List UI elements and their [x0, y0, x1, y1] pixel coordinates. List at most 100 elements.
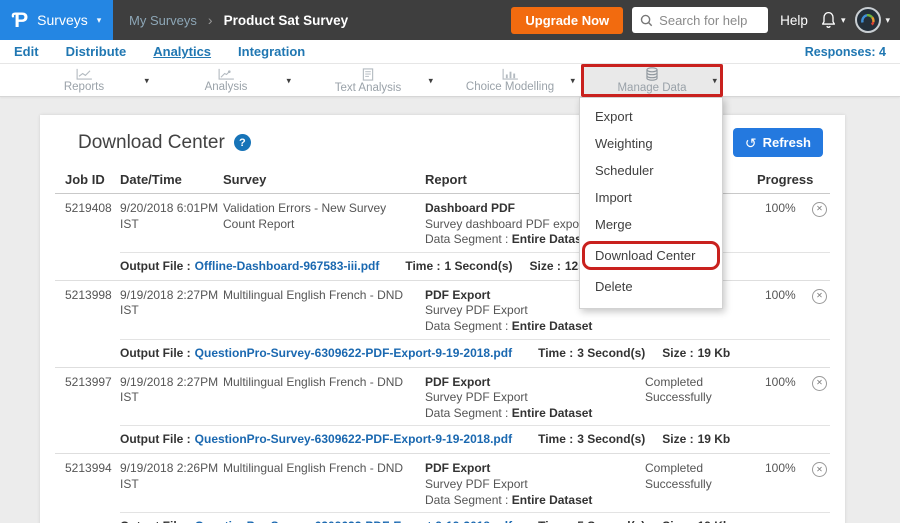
refresh-button[interactable]: ↺ Refresh [733, 128, 823, 157]
breadcrumb-my-surveys[interactable]: My Surveys [129, 13, 197, 28]
job-report: PDF Export Survey PDF Export Data Segmen… [425, 375, 645, 422]
cancel-job-button[interactable]: ✕ [812, 376, 827, 391]
menu-item-download-center[interactable]: Download Center [582, 241, 720, 270]
menu-item-merge[interactable]: Merge [580, 211, 722, 238]
chevron-down-icon: ▾ [885, 16, 890, 25]
job-output-row: Output File : Offline-Dashboard-967583-i… [120, 252, 830, 280]
toolbar-manage-data[interactable]: Manage Data ▾ [581, 64, 723, 97]
bar-chart-icon [502, 68, 519, 80]
tab-distribute[interactable]: Distribute [66, 44, 127, 59]
output-file-link[interactable]: QuestionPro-Survey-6309622-PDF-Export-9-… [195, 432, 512, 446]
breadcrumb-separator: › [208, 12, 213, 28]
cancel-job-button[interactable]: ✕ [812, 289, 827, 304]
tab-integration[interactable]: Integration [238, 44, 305, 59]
tab-edit[interactable]: Edit [14, 44, 39, 59]
refresh-label: Refresh [763, 135, 811, 150]
job-progress: 100% [757, 288, 812, 304]
job-progress: 100% [757, 375, 812, 391]
job-report: PDF Export Survey PDF Export Data Segmen… [425, 461, 645, 508]
line-chart-icon [76, 68, 93, 80]
menu-item-weighting[interactable]: Weighting [580, 130, 722, 157]
chevron-down-icon: ▾ [841, 16, 846, 25]
toolbar-text-analysis-label: Text Analysis [335, 82, 401, 94]
output-file-link[interactable]: QuestionPro-Survey-6309622-PDF-Export-9-… [195, 519, 512, 523]
surveys-menu-label: Surveys [37, 12, 88, 28]
job-survey: Multilingual English French - DND [223, 461, 425, 477]
help-search [632, 7, 768, 33]
menu-item-scheduler[interactable]: Scheduler [580, 157, 722, 184]
job-datetime: 9/19/2018 2:26PMIST [120, 461, 223, 492]
analytics-toolbar: Reports ▾ Analysis ▾ Text Analysis ▾ Cho… [0, 64, 900, 97]
search-icon [640, 14, 653, 27]
card-header: Download Center ? ↺ Refresh [40, 115, 845, 166]
upgrade-now-button[interactable]: Upgrade Now [511, 7, 623, 34]
col-datetime: Date/Time [120, 172, 223, 187]
col-job-id: Job ID [65, 172, 120, 187]
job-output-row: Output File : QuestionPro-Survey-6309622… [120, 512, 830, 523]
questionpro-logo: Ƥ [12, 10, 28, 31]
job-progress: 100% [757, 461, 812, 477]
trend-chart-icon [218, 68, 235, 80]
job-id: 5213997 [65, 375, 120, 391]
table-row: 5213994 9/19/2018 2:26PMIST Multilingual… [55, 454, 830, 523]
user-menu[interactable]: ▾ [855, 7, 890, 33]
toolbar-analysis[interactable]: Analysis ▾ [155, 64, 297, 97]
toolbar-manage-data-label: Manage Data [617, 82, 686, 94]
tab-analytics[interactable]: Analytics [153, 44, 211, 59]
toolbar-analysis-label: Analysis [205, 81, 248, 93]
notifications-button[interactable]: ▾ [820, 11, 846, 29]
job-status: Completed Successfully [645, 461, 757, 492]
col-progress: Progress [757, 172, 812, 187]
job-progress: 100% [757, 201, 812, 217]
surveys-menu[interactable]: Ƥ Surveys ▾ [0, 0, 113, 40]
cancel-job-button[interactable]: ✕ [812, 202, 827, 217]
help-link[interactable]: Help [780, 13, 808, 28]
chevron-down-icon: ▾ [97, 16, 102, 25]
job-datetime: 9/19/2018 2:27PMIST [120, 288, 223, 319]
job-survey: Validation Errors - New Survey Count Rep… [223, 201, 425, 232]
search-input[interactable] [659, 13, 760, 28]
database-icon [645, 67, 659, 81]
toolbar-reports[interactable]: Reports ▾ [13, 64, 155, 97]
responses-count: Responses: 4 [805, 45, 886, 59]
menu-item-delete[interactable]: Delete [580, 273, 722, 300]
document-icon [362, 68, 374, 81]
bell-icon [820, 11, 837, 29]
toolbar-choice-modelling[interactable]: Choice Modelling ▾ [439, 64, 581, 97]
chevron-down-icon: ▾ [286, 75, 291, 86]
job-status: Completed Successfully [645, 375, 757, 406]
toolbar-reports-label: Reports [64, 81, 104, 93]
job-datetime: 9/20/2018 6:01PMIST [120, 201, 223, 232]
job-id: 5213998 [65, 288, 120, 304]
chevron-down-icon: ▾ [712, 75, 717, 86]
survey-section-nav: Edit Distribute Analytics Integration Re… [0, 40, 900, 64]
chevron-down-icon: ▾ [144, 75, 149, 86]
manage-data-dropdown: Export Weighting Scheduler Import Merge … [579, 97, 723, 309]
job-output-row: Output File : QuestionPro-Survey-6309622… [120, 425, 830, 453]
toolbar-text-analysis[interactable]: Text Analysis ▾ [297, 64, 439, 97]
table-row: 5213997 9/19/2018 2:27PMIST Multilingual… [55, 368, 830, 455]
download-center-card: Download Center ? ↺ Refresh Job ID Date/… [40, 115, 845, 523]
job-datetime: 9/19/2018 2:27PMIST [120, 375, 223, 406]
help-question-icon[interactable]: ? [234, 134, 251, 151]
output-file-link[interactable]: Offline-Dashboard-967583-iii.pdf [195, 259, 380, 273]
top-bar: Ƥ Surveys ▾ My Surveys › Product Sat Sur… [0, 0, 900, 40]
job-id: 5219408 [65, 201, 120, 217]
chevron-down-icon: ▾ [428, 75, 433, 86]
col-survey: Survey [223, 172, 425, 187]
page-title: Download Center [78, 132, 225, 154]
breadcrumb-current-survey: Product Sat Survey [224, 13, 349, 28]
cancel-job-button[interactable]: ✕ [812, 462, 827, 477]
menu-item-import[interactable]: Import [580, 184, 722, 211]
toolbar-choice-modelling-label: Choice Modelling [466, 81, 554, 93]
output-file-link[interactable]: QuestionPro-Survey-6309622-PDF-Export-9-… [195, 346, 512, 360]
job-id: 5213994 [65, 461, 120, 477]
job-survey: Multilingual English French - DND [223, 288, 425, 304]
user-avatar [855, 7, 881, 33]
page-content: Export Weighting Scheduler Import Merge … [0, 97, 900, 523]
job-survey: Multilingual English French - DND [223, 375, 425, 391]
job-output-row: Output File : QuestionPro-Survey-6309622… [120, 339, 830, 367]
breadcrumb: My Surveys › Product Sat Survey [129, 12, 348, 28]
menu-item-export[interactable]: Export [580, 103, 722, 130]
chevron-down-icon: ▾ [570, 75, 575, 86]
